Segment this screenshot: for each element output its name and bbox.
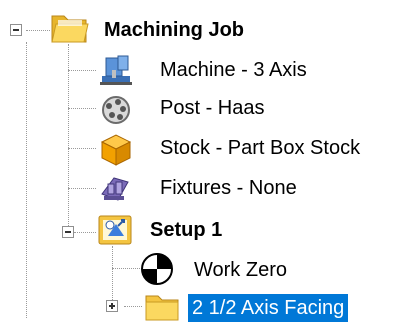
setup-icon [96,212,134,251]
setup-label[interactable]: Setup 1 [150,216,222,244]
machining-job-collapse-toggle[interactable] [10,24,22,36]
tree-line [68,44,69,234]
operations-tree: Machining Job Machine - 3 Axis Post - Ha… [0,0,396,328]
post-label[interactable]: Post - Haas [160,94,264,122]
tree-line [26,42,27,318]
tree-line [112,268,140,269]
folder-open-icon [50,10,90,51]
tree-line [26,30,50,31]
fixture-icon [98,172,134,209]
facing-expand-toggle[interactable] [106,300,118,312]
machining-job-label[interactable]: Machining Job [104,16,244,44]
stock-box-icon [98,132,134,171]
folder-icon [144,290,180,327]
tree-line [74,232,96,233]
fixtures-label[interactable]: Fixtures - None [160,174,297,202]
tree-line [68,108,96,109]
tree-line [68,148,96,149]
facing-operation-label[interactable]: 2 1/2 Axis Facing [188,294,349,322]
tree-line [112,246,113,306]
setup-collapse-toggle[interactable] [62,226,74,238]
post-processor-icon [98,94,134,131]
work-zero-label[interactable]: Work Zero [194,256,287,284]
stock-label[interactable]: Stock - Part Box Stock [160,134,360,162]
tree-line [68,70,96,71]
machine-label[interactable]: Machine - 3 Axis [160,56,307,84]
machine-icon [98,54,134,91]
work-zero-icon [140,252,174,291]
tree-line [124,306,142,307]
tree-line [68,188,96,189]
